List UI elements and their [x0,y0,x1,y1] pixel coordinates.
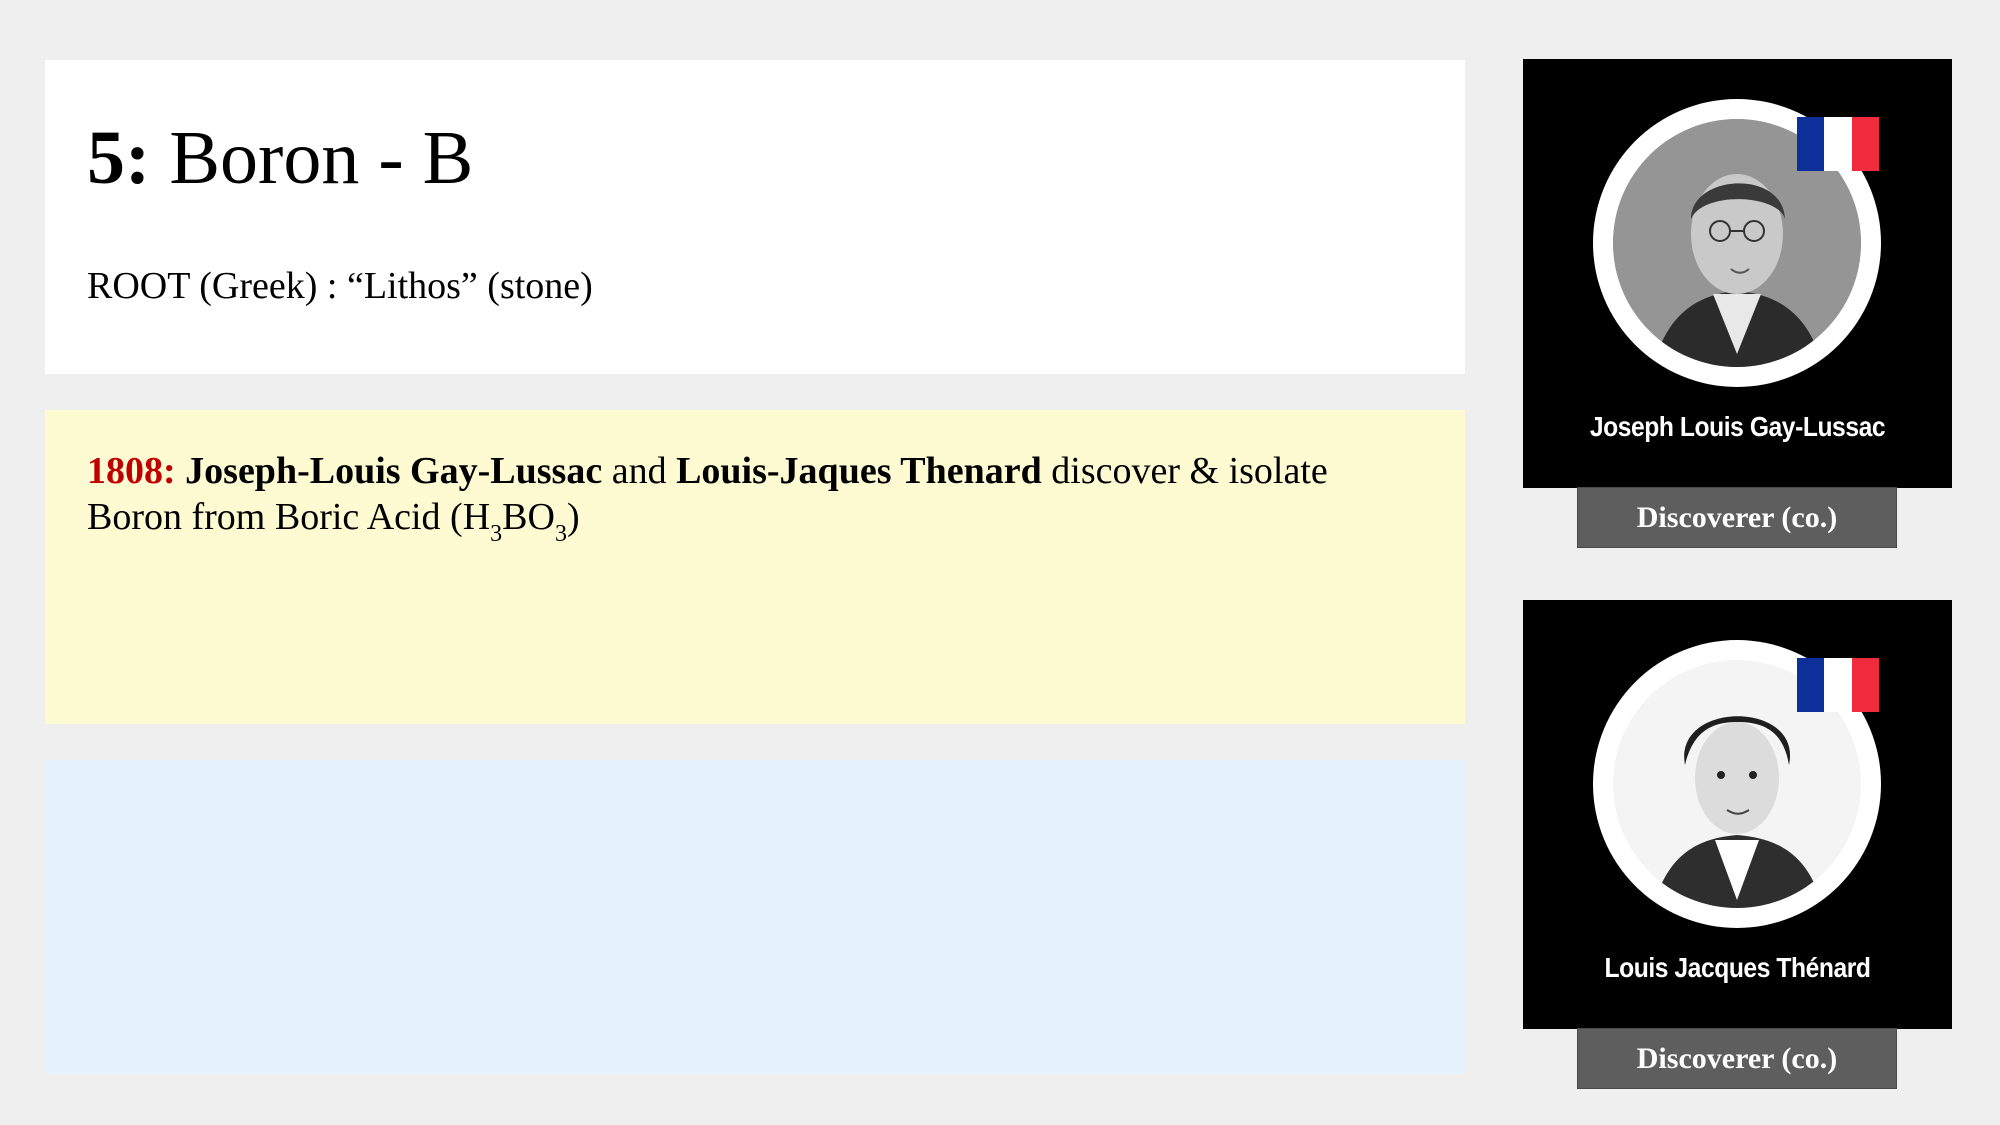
discoverer-role-button-1[interactable]: Discoverer (co.) [1577,487,1897,548]
formula-close: ) [566,496,580,538]
history-panel: 1808: Joseph-Louis Gay-Lussac and Louis-… [45,410,1465,724]
discoverer-card-1: Joseph Louis Gay-Lussac [1523,59,1952,488]
discoverer-card-2: Louis Jacques Thénard [1523,600,1952,1029]
france-flag-icon [1797,117,1879,171]
formula-text: BO [502,496,555,538]
title-panel: 5: Boron - B ROOT (Greek) : “Lithos” (st… [45,60,1465,374]
discoverer-card-name: Joseph Louis Gay-Lussac [1589,411,1886,442]
page-title: 5: Boron - B [87,120,1423,196]
discoverer-name-1: Joseph-Louis Gay-Lussac [185,450,603,492]
atomic-number: 5: [87,116,151,200]
element-name: Boron - B [169,116,474,200]
france-flag-icon [1797,658,1879,712]
discovery-year: 1808: [87,450,176,492]
discoverer-name-2: Louis-Jaques Thenard [676,450,1042,492]
discoverer-card-name: Louis Jacques Thénard [1604,952,1871,983]
subscript-o: 3 [554,521,567,547]
discoverer-role-button-2[interactable]: Discoverer (co.) [1577,1028,1897,1089]
etymology-root: ROOT (Greek) : “Lithos” (stone) [87,265,593,307]
conjunction-text: and [611,450,667,492]
subscript-h: 3 [490,521,503,547]
notes-panel [45,760,1465,1074]
